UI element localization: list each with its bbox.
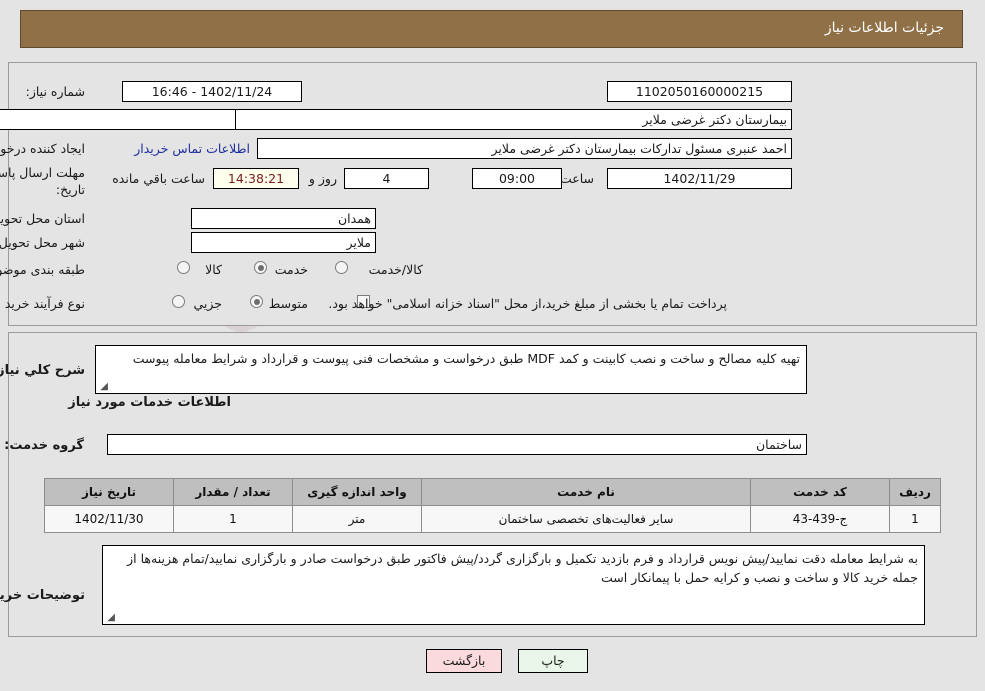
province-label: استان محل تحویل: xyxy=(0,211,85,226)
td-name: سایر فعالیت‌های تخصصی ساختمان xyxy=(421,505,751,533)
buyer-notes-label: توضیحات خریدار: xyxy=(0,588,85,603)
creator-value: احمد عنبری مسئول تدارکات بیمارستان دکتر … xyxy=(257,138,792,159)
window-titlebar: جزئیات اطلاعات نیاز xyxy=(20,10,963,48)
services-heading: اطلاعات خدمات مورد نیاز xyxy=(68,395,231,410)
radio-category-kala-khedmat[interactable] xyxy=(335,261,348,274)
th-date: تاریخ نیاز xyxy=(44,478,174,506)
hour-value: 09:00 xyxy=(472,168,562,189)
description-value: تهیه کلیه مصالح و ساخت و نصب کابینت و کم… xyxy=(132,351,800,366)
service-group-label: گروه خدمت: xyxy=(4,438,84,453)
radio-category-kala[interactable] xyxy=(177,261,190,274)
radio-label-kala-khedmat[interactable]: کالا/خدمت xyxy=(369,262,423,277)
countdown-value: 14:38:21 xyxy=(213,168,299,189)
th-name: نام خدمت xyxy=(421,478,751,506)
deadline-date-value: 1402/11/29 xyxy=(607,168,792,189)
countdown-unit-label: ساعت باقي مانده xyxy=(112,171,205,186)
buyer-contact-link[interactable]: اطلاعات تماس خریدار xyxy=(134,141,250,156)
province-value: همدان xyxy=(191,208,376,229)
services-table: ردیف کد خدمت نام خدمت واحد اندازه گیری ت… xyxy=(44,478,941,533)
radio-label-jozi[interactable]: جزیي xyxy=(193,296,222,311)
table-row: 1 ج-439-43 سایر فعالیت‌های تخصصی ساختمان… xyxy=(44,505,941,533)
service-group-value: ساختمان xyxy=(107,434,807,455)
radio-label-motevaset[interactable]: متوسط xyxy=(269,296,308,311)
category-label: طبقه بندی موضوعی: xyxy=(0,262,85,277)
buyer-org-value: بیمارستان دکتر غرضی ملایر xyxy=(192,109,792,130)
radio-label-khedmat[interactable]: خدمت xyxy=(275,262,308,277)
treasury-note-label: پرداخت تمام یا بخشی از مبلغ خرید،از محل … xyxy=(328,296,727,311)
radio-process-motevaset[interactable] xyxy=(250,295,263,308)
buyer-org-value-extension xyxy=(0,109,236,130)
resize-grip-icon-notes[interactable]: ◢ xyxy=(105,613,115,623)
need-number-label: شماره نیاز: xyxy=(25,84,85,99)
print-button[interactable]: چاپ xyxy=(518,649,588,673)
page-root: AriaTender.net جزئیات اطلاعات نیاز شماره… xyxy=(0,0,985,691)
process-label: نوع فرآیند خرید : xyxy=(0,296,85,311)
description-label: شرح کلي نیاز: xyxy=(0,363,85,378)
days-remaining-value: 4 xyxy=(344,168,429,189)
td-qty: 1 xyxy=(173,505,293,533)
td-date: 1402/11/30 xyxy=(44,505,174,533)
city-label: شهر محل تحویل: xyxy=(0,235,85,250)
need-number-value: 1102050160000215 xyxy=(607,81,792,102)
td-code: ج-439-43 xyxy=(750,505,890,533)
td-row: 1 xyxy=(889,505,941,533)
th-unit: واحد اندازه گیری xyxy=(292,478,422,506)
resize-grip-icon[interactable]: ◢ xyxy=(98,382,108,392)
deadline-label-line1: مهلت ارسال پاسخ: تا xyxy=(0,165,85,180)
buyer-notes-value: به شرایط معامله دقت نمایید/پیش نویس قرار… xyxy=(127,551,918,585)
deadline-label-line2: تاریخ: xyxy=(55,182,85,197)
creator-label: ایجاد کننده درخواست: xyxy=(0,141,85,156)
radio-category-khedmat[interactable] xyxy=(254,261,267,274)
buyer-notes-textarea[interactable]: به شرایط معامله دقت نمایید/پیش نویس قرار… xyxy=(102,545,925,625)
city-value: ملایر xyxy=(191,232,376,253)
table-header-row: ردیف کد خدمت نام خدمت واحد اندازه گیری ت… xyxy=(44,478,941,506)
radio-process-jozi[interactable] xyxy=(172,295,185,308)
th-qty: تعداد / مقدار xyxy=(173,478,293,506)
page-title: جزئیات اطلاعات نیاز xyxy=(824,20,944,36)
days-unit-label: روز و xyxy=(308,171,337,186)
radio-label-kala[interactable]: کالا xyxy=(205,262,222,277)
th-code: کد خدمت xyxy=(750,478,890,506)
td-unit: متر xyxy=(292,505,422,533)
hour-label: ساعت xyxy=(559,171,594,186)
announce-value: 16:46 - 1402/11/24 xyxy=(122,81,302,102)
th-row: ردیف xyxy=(889,478,941,506)
back-button[interactable]: بازگشت xyxy=(426,649,502,673)
description-textarea[interactable]: تهیه کلیه مصالح و ساخت و نصب کابینت و کم… xyxy=(95,345,807,394)
